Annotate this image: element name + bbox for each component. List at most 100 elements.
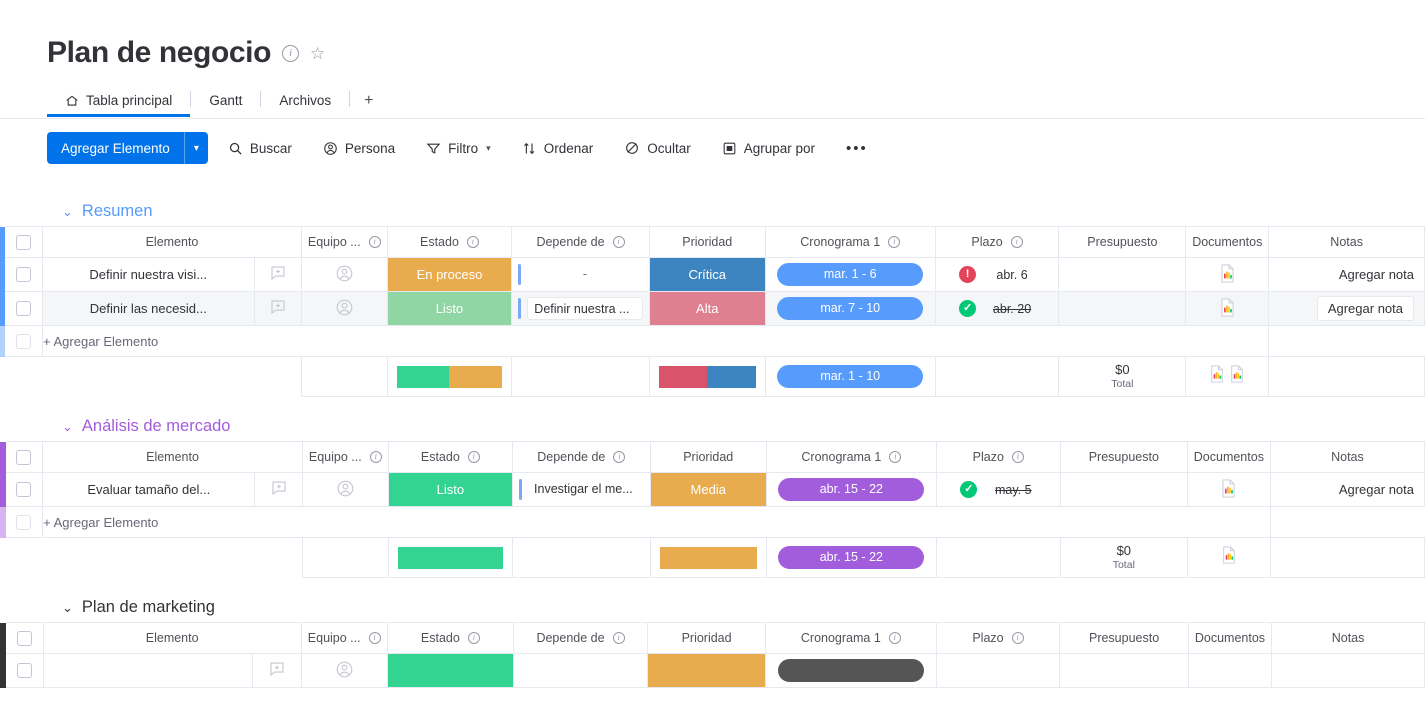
tab-archivos[interactable]: Archivos [261,87,349,117]
status-badge[interactable]: Listo [388,292,511,325]
cell-depends-on[interactable]: Investigar el me... [512,472,651,507]
info-icon[interactable]: i [466,236,479,248]
summary-priority[interactable] [648,356,766,397]
cell-depends-on[interactable]: Definir nuestra ... [511,291,650,326]
hide-button[interactable]: Ocultar [613,132,702,164]
cell-updates[interactable] [253,291,302,326]
priority-badge[interactable]: Media [651,473,766,506]
info-icon[interactable]: i [368,632,381,644]
cell-priority[interactable] [647,653,767,688]
cell-status[interactable] [386,653,514,688]
chevron-down-icon[interactable]: ▾ [486,143,491,154]
cell-notes[interactable]: Agregar nota [1268,291,1425,326]
column-header-depende-de[interactable]: Depende de i [511,226,650,258]
cell-deadline[interactable] [935,653,1061,688]
row-checkbox-cell[interactable] [5,257,44,292]
cell-item-name[interactable]: Evaluar tamaño del... [42,472,256,507]
table-row[interactable]: Evaluar tamaño del... Listo Investigar el … [0,472,1425,507]
column-header-notas[interactable]: Notas [1269,441,1425,473]
select-all-checkbox[interactable] [16,234,32,250]
cell-deadline[interactable]: ✓ abr. 20 [934,291,1060,326]
cell-updates[interactable] [253,257,302,292]
column-header-presupuesto[interactable]: Presupuesto [1059,441,1188,473]
column-header-depende-de[interactable]: Depende de i [512,441,651,473]
column-header-estado[interactable]: Estado i [387,441,514,473]
info-icon[interactable]: i [888,632,901,644]
cell-item-name[interactable] [42,653,254,688]
column-header-documentos[interactable]: Documentos [1185,226,1270,258]
group-title[interactable]: Plan de marketing [82,598,215,617]
note-placeholder[interactable]: Agregar nota [1339,482,1414,497]
cell-team[interactable] [300,257,388,292]
info-icon[interactable]: i [467,451,480,463]
info-circle-icon[interactable]: i [282,44,300,62]
chevron-down-icon[interactable]: ⌄ [62,420,73,433]
row-checkbox[interactable] [16,267,32,282]
cell-timeline[interactable]: abr. 15 - 22 [765,472,937,507]
cell-budget[interactable] [1058,291,1187,326]
more-options-button[interactable]: ••• [835,132,879,164]
sort-button[interactable]: Ordenar [511,132,605,164]
add-item-label[interactable]: + Agregar Elemento [42,506,1271,538]
cell-timeline[interactable]: mar. 7 - 10 [764,291,936,326]
dependency-pill[interactable]: - [527,263,643,286]
row-checkbox-cell[interactable] [5,472,44,507]
select-all-checkbox[interactable] [16,630,32,646]
info-icon[interactable]: i [889,451,902,463]
cell-documents[interactable] [1187,653,1273,688]
timeline-pill[interactable]: abr. 15 - 22 [778,478,925,501]
priority-badge[interactable]: Crítica [650,258,765,291]
column-header-equipo[interactable]: Equipo ... i [300,226,388,258]
column-header-documentos[interactable]: Documentos [1187,622,1273,654]
cell-deadline[interactable]: ✓ may. 5 [935,472,1061,507]
row-checkbox-cell[interactable] [5,653,44,688]
cell-item-name[interactable]: Definir las necesid... [42,291,255,326]
person-button[interactable]: Persona [312,132,406,164]
cell-documents[interactable] [1186,472,1271,507]
group-header[interactable]: ⌄ Plan de marketing [0,592,1425,622]
group-by-button[interactable]: Agrupar por [711,132,826,164]
table-row[interactable] [0,653,1425,688]
column-header-elemento[interactable]: Elemento [42,226,302,258]
cell-notes[interactable]: Agregar nota [1269,472,1425,507]
info-icon[interactable]: i [888,236,901,248]
summary-status[interactable] [386,356,513,397]
chevron-down-icon[interactable]: ⌄ [62,601,73,614]
status-badge[interactable]: Listo [389,473,512,506]
cell-documents[interactable] [1185,291,1270,326]
timeline-pill[interactable]: mar. 7 - 10 [777,297,924,320]
document-icon[interactable] [1220,479,1237,501]
tab-tabla-principal[interactable]: Tabla principal [47,87,191,117]
avatar-placeholder-icon[interactable] [335,299,354,320]
table-row[interactable]: Definir nuestra visi... En proceso - Crític… [0,257,1425,292]
group-header[interactable]: ⌄ Análisis de mercado [0,411,1425,441]
add-item-label[interactable]: + Agregar Elemento [42,325,1270,357]
note-placeholder[interactable]: Agregar nota [1316,296,1414,321]
row-checkbox[interactable] [16,482,32,497]
cell-timeline[interactable]: mar. 1 - 6 [764,257,936,292]
chevron-down-icon[interactable]: ▾ [185,132,208,164]
group-header[interactable]: ⌄ Resumen [0,196,1425,226]
column-header-estado[interactable]: Estado i [386,226,513,258]
cell-status[interactable]: En proceso [386,257,513,292]
add-tab-button[interactable]: + [350,87,387,117]
cell-deadline[interactable]: ! abr. 6 [934,257,1060,292]
info-icon[interactable]: i [612,236,625,248]
cell-status[interactable]: Listo [386,291,513,326]
info-icon[interactable]: i [369,451,382,463]
cell-budget[interactable] [1058,257,1187,292]
cell-updates[interactable] [252,653,302,688]
column-header-notas[interactable]: Notas [1271,622,1425,654]
cell-status[interactable]: Listo [387,472,514,507]
cell-depends-on[interactable] [512,653,649,688]
cell-timeline[interactable] [765,653,937,688]
column-header-prioridad[interactable]: Prioridad [649,441,767,473]
deadline-date[interactable]: may. 5 [990,483,1036,497]
column-header-cronograma-1[interactable]: Cronograma 1 i [765,441,937,473]
add-item-row[interactable]: + Agregar Elemento [0,325,1425,357]
summary-priority[interactable] [649,537,767,578]
document-icon[interactable] [1229,365,1245,388]
avatar-placeholder-icon[interactable] [335,661,354,682]
chat-icon[interactable] [269,300,287,319]
column-header-elemento[interactable]: Elemento [42,441,303,473]
